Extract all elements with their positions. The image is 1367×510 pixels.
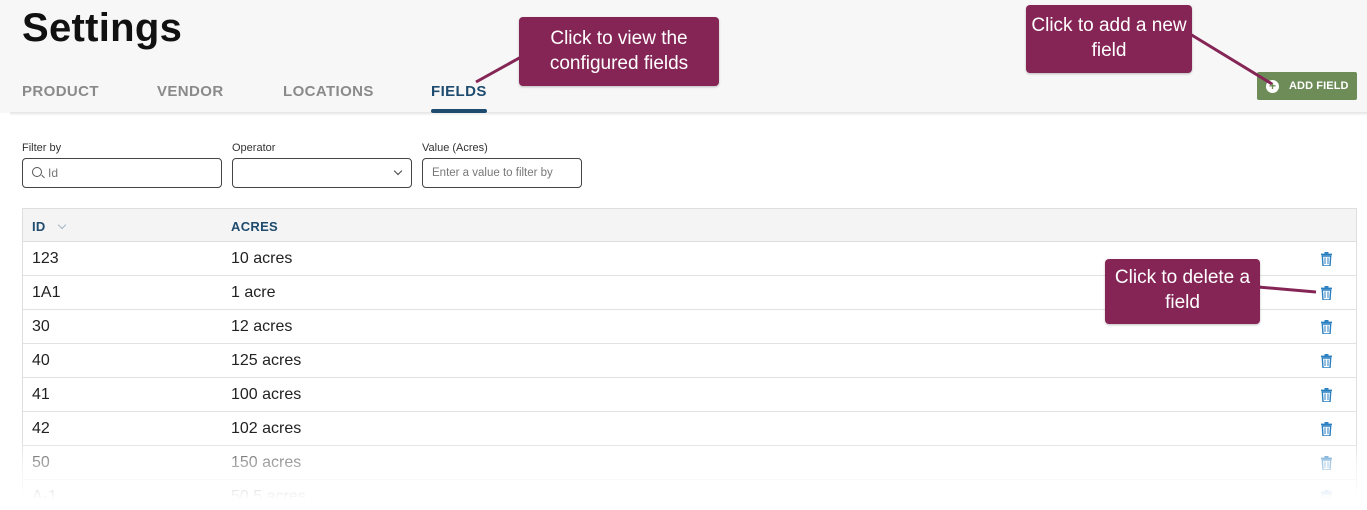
cell-acres: 10 acres <box>231 250 293 267</box>
fields-table: ID ACRES 123 10 acres 1A1 1 acre 30 12 acres 4… <box>22 208 1357 510</box>
tab-product[interactable]: PRODUCT <box>22 82 99 113</box>
cell-id: A-1 <box>32 488 57 505</box>
filter-by-label: Filter by <box>22 142 62 154</box>
callout-view-fields: Click to view the configured fields <box>519 17 719 86</box>
cell-acres: 12 acres <box>231 318 293 335</box>
callout-add-field: Click to add a new field <box>1026 5 1192 73</box>
trash-icon[interactable] <box>1321 320 1332 334</box>
page-title: Settings <box>22 6 183 50</box>
active-tab-indicator <box>431 109 487 113</box>
cell-id: 40 <box>32 352 50 369</box>
add-field-button[interactable]: + ADD FIELD <box>1257 72 1357 100</box>
value-input[interactable] <box>432 159 577 187</box>
cell-id: 30 <box>32 318 50 335</box>
trash-icon[interactable] <box>1321 456 1332 470</box>
trash-icon[interactable] <box>1321 252 1332 266</box>
cell-acres: 102 acres <box>231 420 302 437</box>
trash-icon[interactable] <box>1321 354 1332 368</box>
add-field-label: ADD FIELD <box>1289 80 1349 92</box>
callout-delete-field: Click to delete a field <box>1105 259 1260 324</box>
trash-icon[interactable] <box>1321 422 1332 436</box>
cell-id: 50 <box>32 454 50 471</box>
search-icon <box>32 167 42 177</box>
tab-bar: PRODUCT VENDOR LOCATIONS FIELDS <box>0 82 700 113</box>
table-row[interactable]: A-1 50.5 acres <box>23 480 1356 510</box>
trash-icon[interactable] <box>1321 388 1332 402</box>
cell-acres: 1 acre <box>231 284 276 301</box>
cell-acres: 100 acres <box>231 386 302 403</box>
tab-fields[interactable]: FIELDS <box>431 82 487 113</box>
filter-by-field <box>22 158 222 188</box>
column-header-id[interactable]: ID <box>32 219 46 234</box>
table-row[interactable]: 41 100 acres <box>23 378 1356 412</box>
table-row[interactable]: 50 150 acres <box>23 446 1356 480</box>
cell-id: 42 <box>32 420 50 437</box>
table-row[interactable]: 40 125 acres <box>23 344 1356 378</box>
cell-id: 41 <box>32 386 50 403</box>
cell-acres: 125 acres <box>231 352 302 369</box>
chevron-down-icon <box>393 166 403 176</box>
trash-icon[interactable] <box>1321 286 1332 300</box>
table-header: ID ACRES <box>23 209 1356 242</box>
filter-by-input[interactable] <box>48 159 218 187</box>
tab-vendor[interactable]: VENDOR <box>157 82 224 113</box>
value-field <box>422 158 582 188</box>
operator-select[interactable] <box>232 158 412 188</box>
cell-id: 1A1 <box>32 284 61 301</box>
table-row[interactable]: 42 102 acres <box>23 412 1356 446</box>
sort-chevron-icon[interactable] <box>57 220 67 230</box>
tab-fields-label: FIELDS <box>431 83 487 100</box>
trash-icon[interactable] <box>1321 490 1332 504</box>
cell-acres: 50.5 acres <box>231 488 306 505</box>
cell-id: 123 <box>32 250 59 267</box>
cell-acres: 150 acres <box>231 454 302 471</box>
column-header-acres: ACRES <box>231 219 279 234</box>
tab-locations[interactable]: LOCATIONS <box>283 82 374 113</box>
value-label: Value (Acres) <box>422 142 488 154</box>
plus-circle-icon: + <box>1266 79 1279 93</box>
operator-label: Operator <box>232 142 276 154</box>
